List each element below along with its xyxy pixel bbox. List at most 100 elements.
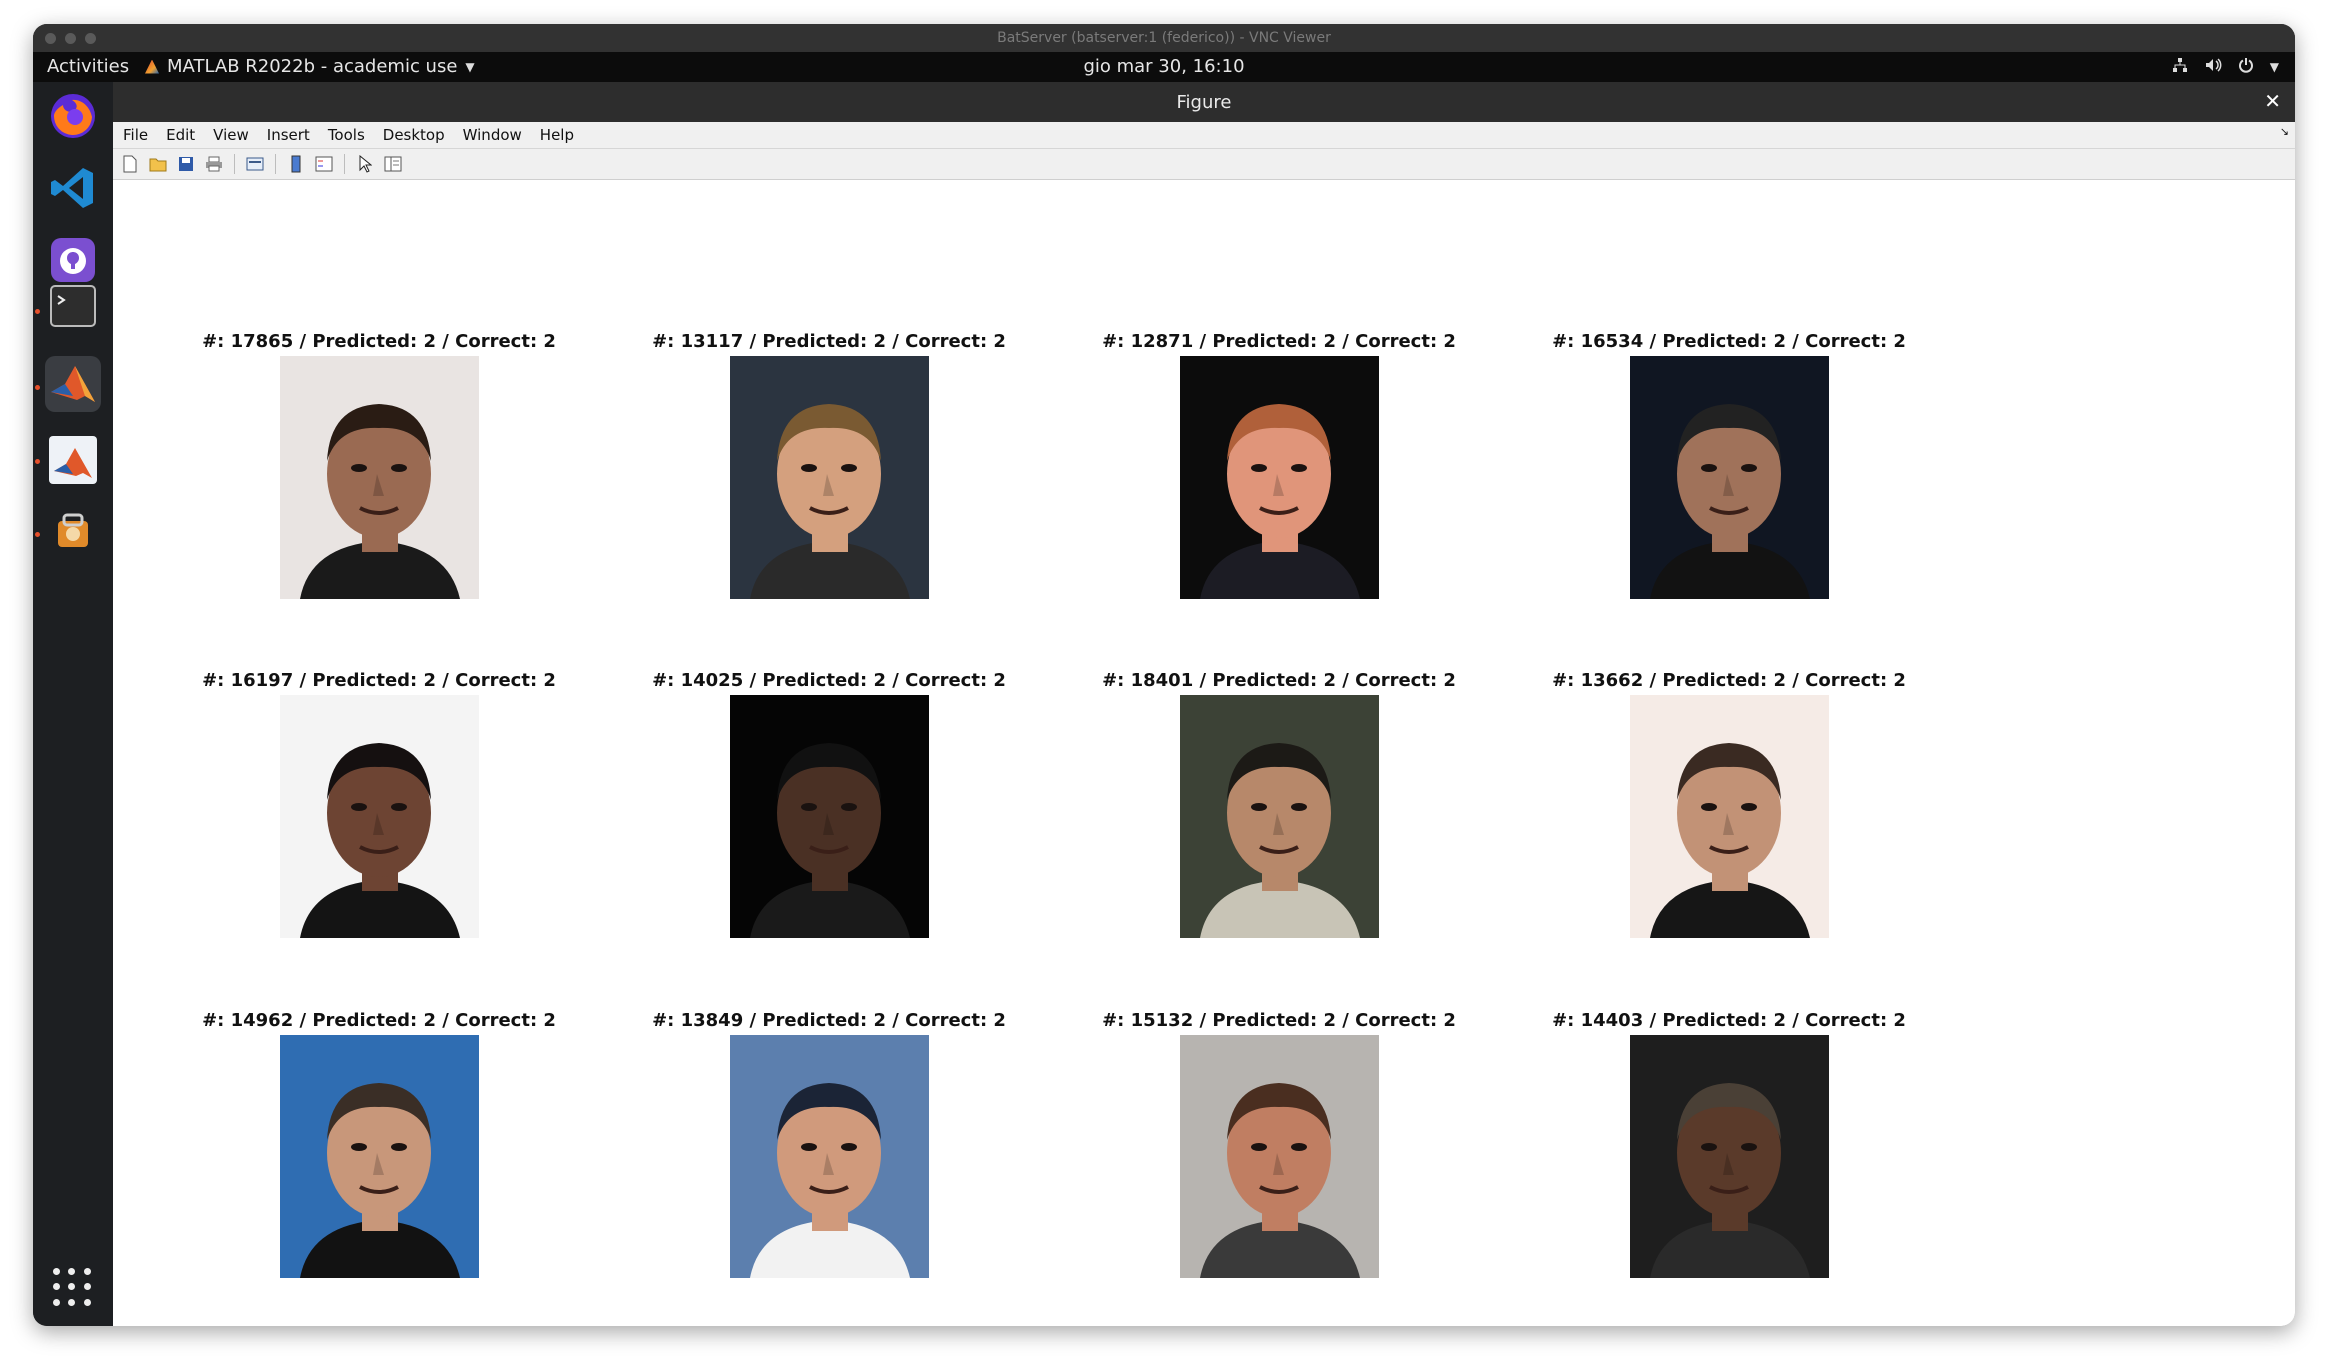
figure-title: Figure xyxy=(1176,91,1232,113)
firefox-launcher[interactable] xyxy=(45,88,101,144)
subplot-title: #: 16197 / Predicted: 2 / Correct: 2 xyxy=(202,670,556,691)
print-icon xyxy=(206,156,222,172)
maximize-window-button[interactable] xyxy=(85,33,96,44)
subplot-tile[interactable]: #: 16534 / Predicted: 2 / Correct: 2 xyxy=(1504,331,1954,599)
face-image xyxy=(1179,1035,1379,1278)
matlab-icon xyxy=(51,366,95,402)
firefox-icon xyxy=(51,94,95,138)
menu-window[interactable]: Window xyxy=(463,126,522,144)
gnome-top-bar: Activities MATLAB R2022b - academic use … xyxy=(33,52,2295,82)
volume-icon xyxy=(2204,57,2222,77)
close-window-button[interactable] xyxy=(45,33,56,44)
subplot-tile[interactable]: #: 13662 / Predicted: 2 / Correct: 2 xyxy=(1504,670,1954,938)
minimize-window-button[interactable] xyxy=(65,33,76,44)
subplot-tile[interactable]: #: 14025 / Predicted: 2 / Correct: 2 xyxy=(604,670,1054,938)
subplot-title: #: 13662 / Predicted: 2 / Correct: 2 xyxy=(1552,670,1906,691)
subplot-title: #: 16534 / Predicted: 2 / Correct: 2 xyxy=(1552,331,1906,352)
figure-toolbar xyxy=(113,149,2295,180)
subplot-tile[interactable]: #: 14403 / Predicted: 2 / Correct: 2 xyxy=(1504,1010,1954,1278)
colorbar-icon xyxy=(291,155,301,173)
face-image xyxy=(1179,356,1379,599)
subplot-tile[interactable]: #: 17865 / Predicted: 2 / Correct: 2 xyxy=(154,331,604,599)
legend-icon xyxy=(315,156,333,172)
face-image xyxy=(279,695,479,938)
subplot-title: #: 14025 / Predicted: 2 / Correct: 2 xyxy=(652,670,1006,691)
pointer-arrow-icon xyxy=(359,155,372,173)
subplot-tile[interactable]: #: 12871 / Predicted: 2 / Correct: 2 xyxy=(1054,331,1504,599)
menu-desktop[interactable]: Desktop xyxy=(383,126,445,144)
insert-legend-button[interactable] xyxy=(313,153,335,175)
vnc-viewer-window: BatServer (batserver:1 (federico)) - VNC… xyxy=(33,24,2295,1326)
property-inspector-button[interactable] xyxy=(382,153,404,175)
save-icon xyxy=(179,157,193,171)
dock-figure-icon[interactable]: ↘ xyxy=(2280,125,2289,138)
power-icon xyxy=(2238,57,2254,77)
running-indicator xyxy=(35,532,40,537)
figure-titlebar: Figure ✕ xyxy=(113,82,2295,122)
open-file-button[interactable] xyxy=(147,153,169,175)
subplot-tile[interactable]: #: 14962 / Predicted: 2 / Correct: 2 xyxy=(154,1010,604,1278)
system-tray[interactable]: ▼ xyxy=(2172,57,2279,77)
subplot-title: #: 12871 / Predicted: 2 / Correct: 2 xyxy=(1102,331,1456,352)
subplot-tile[interactable]: #: 15132 / Predicted: 2 / Correct: 2 xyxy=(1054,1010,1504,1278)
network-icon xyxy=(2172,57,2188,77)
face-image xyxy=(729,1035,929,1278)
running-indicator xyxy=(35,309,40,314)
link-plot-button[interactable] xyxy=(244,153,266,175)
terminal-launcher[interactable] xyxy=(45,278,101,334)
face-image xyxy=(729,695,929,938)
insert-colorbar-button[interactable] xyxy=(285,153,307,175)
window-controls xyxy=(45,33,96,44)
matlab-figure-launcher[interactable] xyxy=(45,432,101,488)
matlab-icon xyxy=(49,436,97,484)
subplot-tile[interactable]: #: 13849 / Predicted: 2 / Correct: 2 xyxy=(604,1010,1054,1278)
subplot-title: #: 14403 / Predicted: 2 / Correct: 2 xyxy=(1552,1010,1906,1031)
running-indicator xyxy=(35,385,40,390)
face-image xyxy=(729,356,929,599)
face-image xyxy=(279,356,479,599)
save-figure-button[interactable] xyxy=(175,153,197,175)
face-image xyxy=(1179,695,1379,938)
vscode-launcher[interactable] xyxy=(45,160,101,216)
chevron-down-icon: ▼ xyxy=(2269,60,2279,74)
subplot-tile[interactable]: #: 16197 / Predicted: 2 / Correct: 2 xyxy=(154,670,604,938)
show-apps-grid-icon[interactable] xyxy=(53,1268,93,1308)
subplot-tile[interactable]: #: 13117 / Predicted: 2 / Correct: 2 xyxy=(604,331,1054,599)
menu-view[interactable]: View xyxy=(213,126,249,144)
property-inspector-icon xyxy=(384,156,402,172)
toolbar-separator xyxy=(275,154,276,174)
print-figure-button[interactable] xyxy=(203,153,225,175)
menu-help[interactable]: Help xyxy=(540,126,574,144)
figure-canvas: #: 17865 / Predicted: 2 / Correct: 2 #: 1… xyxy=(113,208,2295,1326)
subplot-title: #: 13117 / Predicted: 2 / Correct: 2 xyxy=(652,331,1006,352)
close-icon[interactable]: ✕ xyxy=(2264,89,2281,113)
edit-plot-button[interactable] xyxy=(354,153,376,175)
matlab-launcher[interactable] xyxy=(45,356,101,412)
vnc-title: BatServer (batserver:1 (federico)) - VNC… xyxy=(997,30,1331,46)
terminal-icon xyxy=(50,285,96,327)
menu-insert[interactable]: Insert xyxy=(267,126,310,144)
clock[interactable]: gio mar 30, 16:10 xyxy=(33,56,2295,77)
vscode-icon xyxy=(51,168,93,208)
menu-tools[interactable]: Tools xyxy=(328,126,365,144)
matlab-figure-window: Figure ✕ File Edit View Insert Tools Des… xyxy=(113,82,2295,1326)
new-figure-button[interactable] xyxy=(119,153,141,175)
menu-file[interactable]: File xyxy=(123,126,148,144)
figure-menubar: File Edit View Insert Tools Desktop Wind… xyxy=(113,122,2295,149)
menu-edit[interactable]: Edit xyxy=(166,126,195,144)
subplot-title: #: 15132 / Predicted: 2 / Correct: 2 xyxy=(1102,1010,1456,1031)
folder-open-icon xyxy=(149,158,167,172)
software-updater-icon xyxy=(58,513,88,547)
subplot-title: #: 18401 / Predicted: 2 / Correct: 2 xyxy=(1102,670,1456,691)
subplot-tile[interactable]: #: 18401 / Predicted: 2 / Correct: 2 xyxy=(1054,670,1504,938)
face-image xyxy=(1629,1035,1829,1278)
dock xyxy=(33,82,113,1326)
face-image xyxy=(279,1035,479,1278)
software-updater-launcher[interactable] xyxy=(45,504,101,560)
toolbar-separator xyxy=(344,154,345,174)
face-image xyxy=(1629,356,1829,599)
subplot-title: #: 13849 / Predicted: 2 / Correct: 2 xyxy=(652,1010,1006,1031)
link-plot-icon xyxy=(246,157,264,171)
running-indicator xyxy=(35,459,40,464)
face-image xyxy=(1629,695,1829,938)
